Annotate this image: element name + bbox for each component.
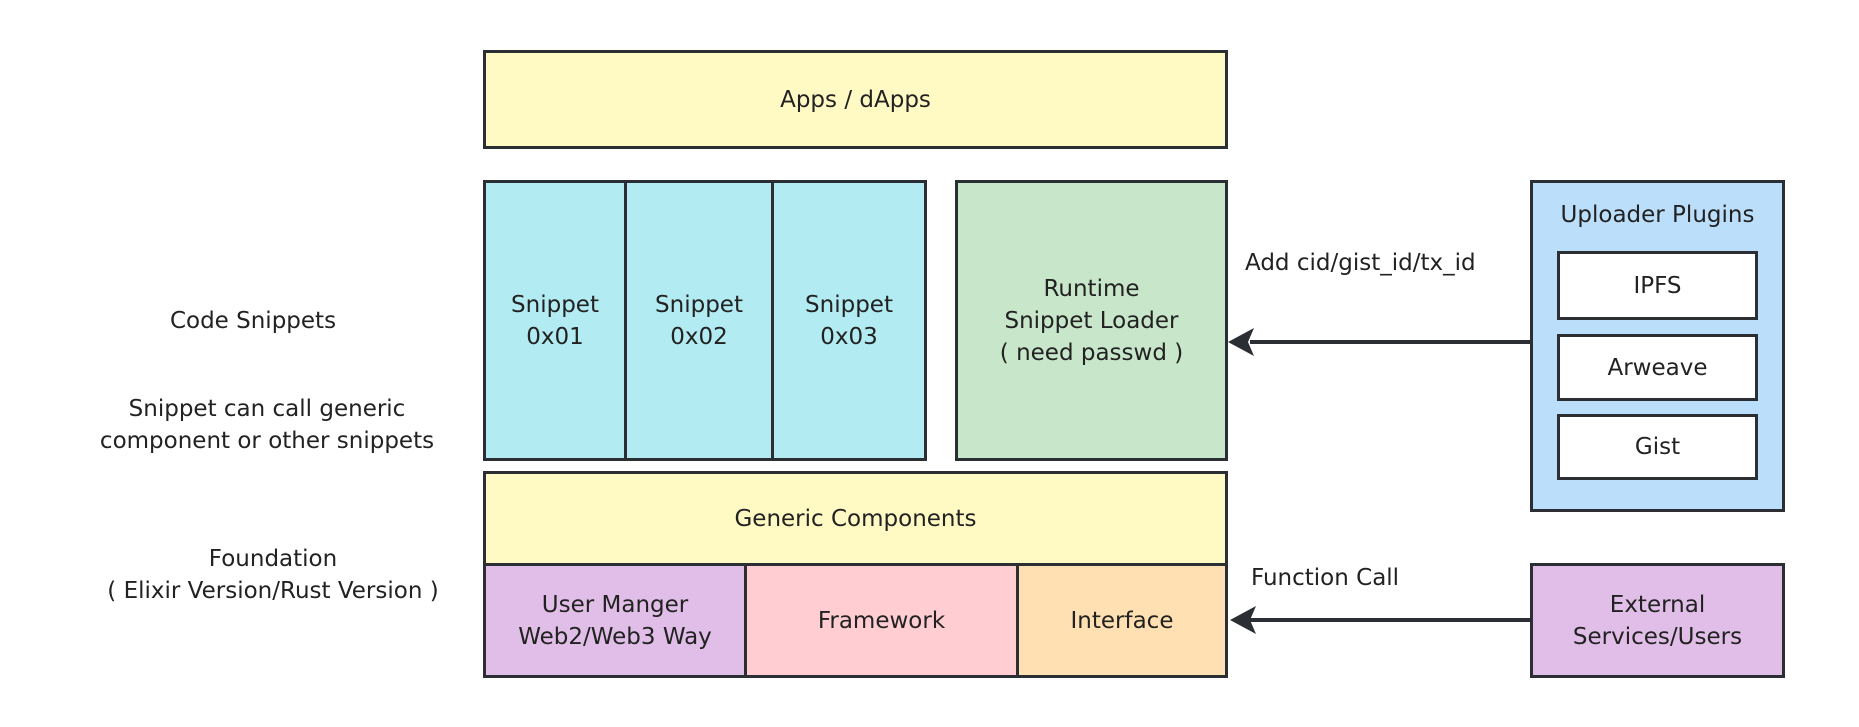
function-call-arrow — [1230, 606, 1530, 634]
upload-edge-label: Add cid/gist_id/tx_id — [1245, 250, 1476, 276]
arrows-layer — [1228, 328, 1530, 634]
function-call-edge-label: Function Call — [1251, 565, 1400, 591]
upload-arrow — [1228, 328, 1530, 356]
